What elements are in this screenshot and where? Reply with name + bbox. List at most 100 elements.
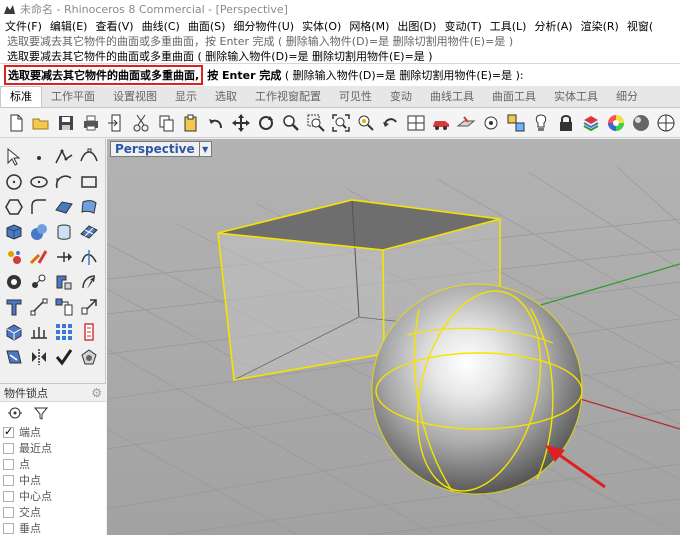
check-icon[interactable] — [52, 345, 76, 369]
menu-edit[interactable]: 编辑(E) — [45, 18, 91, 34]
ellipse-icon[interactable] — [27, 170, 51, 194]
move-icon[interactable] — [27, 270, 51, 294]
box-icon[interactable] — [2, 220, 26, 244]
bulb-icon[interactable] — [529, 111, 553, 135]
checkbox[interactable] — [3, 506, 14, 518]
array-icon[interactable] — [27, 320, 51, 344]
tab-standard[interactable]: 标准 — [0, 86, 42, 107]
extend-icon[interactable] — [52, 245, 76, 269]
menu-window[interactable]: 视窗( — [622, 18, 656, 34]
command-prompt[interactable]: 选取要减去其它物件的曲面或多重曲面, 按 Enter 完成 ( 删除输入物件(D… — [0, 64, 680, 86]
tab-set-view[interactable]: 设置视图 — [104, 87, 166, 107]
point-icon[interactable] — [27, 145, 51, 169]
zoom-selected-icon[interactable] — [354, 111, 378, 135]
undo-view-icon[interactable] — [379, 111, 403, 135]
curve-cv-icon[interactable] — [77, 145, 101, 169]
menu-transform[interactable]: 变动(T) — [439, 18, 484, 34]
save-icon[interactable] — [54, 111, 78, 135]
project-icon[interactable] — [2, 345, 26, 369]
osnap-toggle-icon[interactable] — [504, 111, 528, 135]
subd-icon[interactable] — [2, 245, 26, 269]
tab-visibility[interactable]: 可见性 — [330, 87, 381, 107]
osnap-item-point[interactable]: 点 — [0, 456, 106, 472]
osnap-item-near[interactable]: 最近点 — [0, 440, 106, 456]
cut-icon[interactable] — [129, 111, 153, 135]
solid-box-icon[interactable] — [2, 320, 26, 344]
menu-analyze[interactable]: 分析(A) — [529, 18, 575, 34]
checkbox[interactable] — [3, 458, 14, 470]
split-icon[interactable] — [27, 245, 51, 269]
dimension-icon[interactable] — [27, 295, 51, 319]
zoom-extents-icon[interactable] — [329, 111, 353, 135]
gumball-icon[interactable] — [479, 111, 503, 135]
explode-icon[interactable] — [2, 270, 26, 294]
open-folder-icon[interactable] — [29, 111, 53, 135]
menu-solid[interactable]: 实体(O) — [297, 18, 344, 34]
tab-solid-tools[interactable]: 实体工具 — [545, 87, 607, 107]
scale-icon[interactable] — [77, 295, 101, 319]
render-sphere-icon[interactable] — [629, 111, 653, 135]
viewport-dropdown-icon[interactable]: ▼ — [199, 141, 212, 157]
tab-subd[interactable]: 细分 — [607, 87, 647, 107]
split-mirror-icon[interactable] — [27, 345, 51, 369]
layer-icon[interactable] — [579, 111, 603, 135]
polygon-icon[interactable] — [2, 195, 26, 219]
gear-icon[interactable]: ⚙ — [91, 386, 102, 400]
shaded-object-icon[interactable] — [77, 345, 101, 369]
offset-icon[interactable] — [77, 270, 101, 294]
viewport-title[interactable]: Perspective ▼ — [110, 141, 212, 157]
menu-surface[interactable]: 曲面(S) — [183, 18, 229, 34]
cylinder-icon[interactable] — [52, 220, 76, 244]
circle-icon[interactable] — [2, 170, 26, 194]
zoom-window-icon[interactable] — [304, 111, 328, 135]
tab-select[interactable]: 选取 — [206, 87, 246, 107]
rectangle-icon[interactable] — [77, 170, 101, 194]
osnap-item-center[interactable]: 中心点 — [0, 488, 106, 504]
menu-view[interactable]: 查看(V) — [90, 18, 136, 34]
osnap-item-perpendicular[interactable]: 垂点 — [0, 520, 106, 535]
checkbox[interactable] — [3, 522, 14, 534]
osnap-filter-icon[interactable] — [32, 405, 50, 421]
mesh-icon[interactable] — [77, 220, 101, 244]
osnap-item-intersection[interactable]: 交点 — [0, 504, 106, 520]
menu-subd[interactable]: 细分物件(U) — [228, 18, 297, 34]
menu-curve[interactable]: 曲线(C) — [137, 18, 183, 34]
display-mode-icon[interactable] — [654, 111, 678, 135]
pan-icon[interactable] — [229, 111, 253, 135]
boolean-icon[interactable] — [52, 270, 76, 294]
osnap-item-mid[interactable]: 中点 — [0, 472, 106, 488]
tab-transform[interactable]: 变动 — [381, 87, 421, 107]
tab-viewport-layout[interactable]: 工作视窗配置 — [246, 87, 330, 107]
select-icon[interactable] — [2, 145, 26, 169]
menu-render[interactable]: 渲染(R) — [576, 18, 622, 34]
viewport-name[interactable]: Perspective — [110, 141, 200, 157]
menu-file[interactable]: 文件(F) — [0, 18, 45, 34]
sphere-icon[interactable] — [27, 220, 51, 244]
grid-points-icon[interactable] — [52, 320, 76, 344]
lock-icon[interactable] — [554, 111, 578, 135]
polyline-icon[interactable] — [52, 145, 76, 169]
menu-dimension[interactable]: 出图(D) — [392, 18, 439, 34]
copy-icon[interactable] — [154, 111, 178, 135]
checkbox[interactable] — [3, 425, 14, 438]
align-icon[interactable] — [52, 295, 76, 319]
rotate-view-icon[interactable] — [254, 111, 278, 135]
osnap-item-end[interactable]: 端点 — [0, 424, 106, 440]
print-icon[interactable] — [79, 111, 103, 135]
new-file-icon[interactable] — [4, 111, 28, 135]
surface-icon[interactable] — [52, 195, 76, 219]
arc-icon[interactable] — [52, 170, 76, 194]
zoom-dynamic-icon[interactable] — [279, 111, 303, 135]
loft-icon[interactable] — [77, 195, 101, 219]
named-cplane-icon[interactable] — [454, 111, 478, 135]
four-viewports-icon[interactable] — [404, 111, 428, 135]
checkbox[interactable] — [3, 474, 14, 486]
tab-surface-tools[interactable]: 曲面工具 — [483, 87, 545, 107]
menu-mesh[interactable]: 网格(M) — [344, 18, 392, 34]
checkbox[interactable] — [3, 442, 14, 454]
tab-curve-tools[interactable]: 曲线工具 — [421, 87, 483, 107]
perspective-viewport[interactable]: Perspective ▼ — [107, 139, 680, 535]
osnap-target-icon[interactable] — [6, 405, 24, 421]
viewport-canvas[interactable] — [107, 139, 680, 535]
text-icon[interactable] — [2, 295, 26, 319]
